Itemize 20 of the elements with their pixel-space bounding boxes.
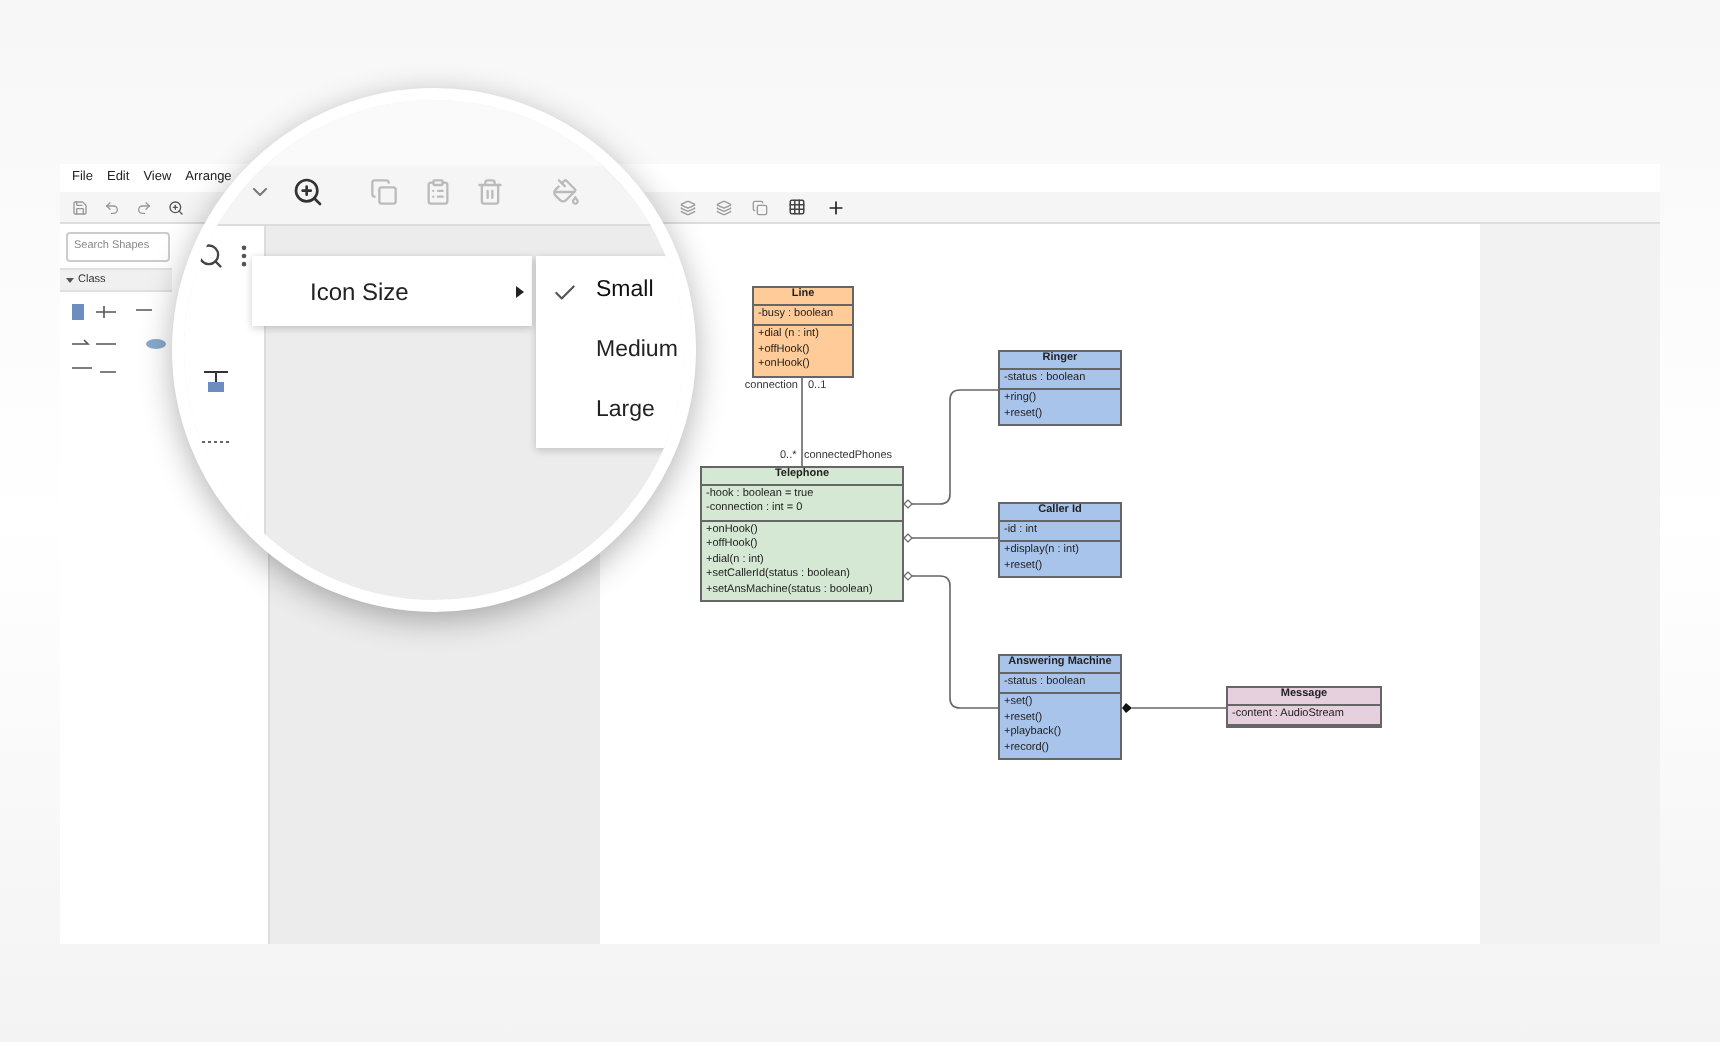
undo-icon[interactable] [104, 199, 120, 215]
zoom-in-icon[interactable] [168, 199, 184, 215]
search-icon[interactable] [196, 242, 224, 270]
redo-icon[interactable] [136, 199, 152, 215]
delete-icon[interactable] [476, 178, 504, 206]
plus-icon[interactable] [826, 197, 846, 217]
menu-item[interactable]: Large [536, 382, 684, 442]
zoom-in-icon[interactable] [292, 176, 324, 208]
layers-icon[interactable] [716, 199, 732, 215]
copy-icon[interactable] [370, 178, 398, 206]
menu-item[interactable]: Medium [536, 322, 684, 382]
layers-icon[interactable] [680, 199, 696, 215]
fill-icon[interactable] [552, 178, 580, 206]
menu-item[interactable]: Icon Size [252, 256, 532, 326]
grid-icon[interactable] [788, 198, 806, 216]
copy-icon[interactable] [752, 199, 768, 215]
save-icon[interactable] [72, 199, 88, 215]
check-icon [552, 279, 578, 305]
menu-item[interactable]: Small [536, 262, 684, 322]
paste-icon[interactable] [424, 178, 452, 206]
